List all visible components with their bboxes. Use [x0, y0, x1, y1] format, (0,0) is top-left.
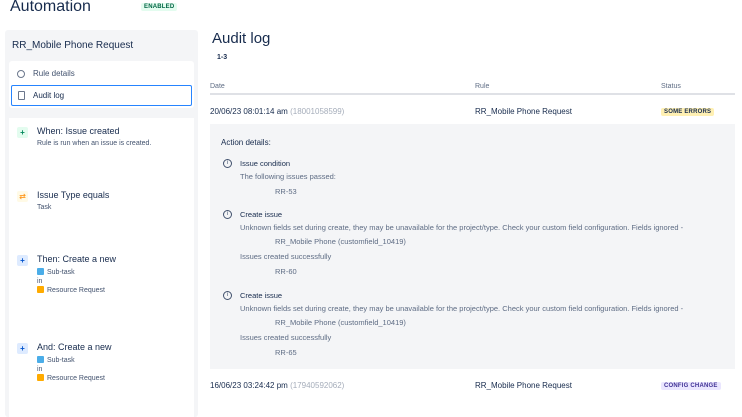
info-icon: i — [223, 159, 232, 168]
shuffle-icon: ⇄ — [17, 191, 28, 202]
rule-step-title: When: Issue created — [37, 126, 120, 136]
rule-step-subtitle: Rule is run when an issue is created. — [37, 140, 152, 147]
column-header-status: Status — [661, 83, 681, 90]
enabled-status-badge: ENABLED — [141, 3, 178, 11]
rule-sidebar: RR_Mobile Phone Request Rule details Aud… — [5, 30, 198, 417]
detail-text: Unknown fields set during create, they m… — [240, 223, 684, 232]
rule-step-item: Sub-task — [37, 356, 75, 364]
document-icon — [18, 91, 25, 100]
sidebar-item-audit-log[interactable]: Audit log — [11, 85, 192, 106]
detail-text: Unknown fields set during create, they m… — [240, 304, 684, 313]
field-name: RR_Mobile Phone (customfield_10419) — [275, 237, 406, 246]
detail-name: Issue condition — [240, 159, 291, 168]
subtask-icon — [37, 356, 44, 363]
row-rule: RR_Mobile Phone Request — [475, 381, 572, 390]
column-header-date: Date — [210, 83, 225, 90]
rule-step-connector: in — [37, 366, 43, 373]
issue-key[interactable]: RR-53 — [275, 187, 297, 196]
table-row[interactable]: 20/06/23 08:01:14 am (18001058599) RR_Mo… — [210, 101, 735, 123]
rule-step-item: Sub-task — [37, 268, 75, 276]
rule-step-item: Resource Request — [37, 374, 105, 382]
resource-request-icon — [37, 374, 44, 381]
column-header-rule: Rule — [475, 83, 490, 90]
rule-step-title: And: Create a new — [37, 342, 112, 352]
rule-step-connector: in — [37, 278, 43, 285]
rule-name: RR_Mobile Phone Request — [12, 40, 134, 51]
info-icon: i — [223, 210, 232, 219]
audit-log-title: Audit log — [212, 30, 271, 47]
action-details-panel: Action details: i Issue condition The fo… — [210, 124, 735, 369]
detail-text: The following issues passed: — [240, 172, 336, 181]
sidebar-item-rule-details[interactable]: Rule details — [9, 63, 194, 84]
plus-icon: + — [17, 343, 28, 354]
sidebar-item-label: Rule details — [33, 69, 75, 78]
action-details-title: Action details: — [221, 138, 271, 147]
row-rule: RR_Mobile Phone Request — [475, 107, 572, 116]
resource-request-icon — [37, 286, 44, 293]
gear-icon — [17, 69, 25, 78]
detail-text: Issues created successfully — [240, 252, 332, 261]
page-title: Automation — [10, 0, 91, 15]
info-icon: i — [223, 291, 232, 300]
row-date: 16/06/23 03:24:42 pm (17940592062) — [210, 381, 345, 390]
sidebar-item-label: Audit log — [33, 91, 65, 100]
row-date: 20/06/23 08:01:14 am (18001058599) — [210, 107, 345, 116]
rule-step-item: Resource Request — [37, 286, 105, 294]
result-count: 1-3 — [217, 54, 228, 61]
table-header: Date Rule Status — [210, 83, 735, 95]
field-name: RR_Mobile Phone (customfield_10419) — [275, 318, 406, 327]
status-badge: CONFIG CHANGE — [661, 382, 721, 390]
issue-key[interactable]: RR-60 — [275, 267, 297, 276]
rule-step-title: Then: Create a new — [37, 254, 117, 264]
detail-text: Issues created successfully — [240, 333, 332, 342]
table-row[interactable]: 16/06/23 03:24:42 pm (17940592062) RR_Mo… — [210, 375, 735, 397]
issue-key[interactable]: RR-65 — [275, 348, 297, 357]
subtask-icon — [37, 268, 44, 275]
rule-step-subtitle: Task — [37, 204, 52, 211]
status-badge: SOME ERRORS — [661, 108, 715, 116]
detail-name: Create issue — [240, 210, 283, 219]
plus-icon: + — [17, 255, 28, 266]
rule-step-title: Issue Type equals — [37, 190, 110, 200]
sidebar-menu: Rule details Audit log — [9, 61, 194, 108]
trigger-icon: + — [17, 127, 28, 138]
rule-steps-panel: + When: Issue created Rule is run when a… — [9, 118, 194, 417]
detail-name: Create issue — [240, 291, 283, 300]
